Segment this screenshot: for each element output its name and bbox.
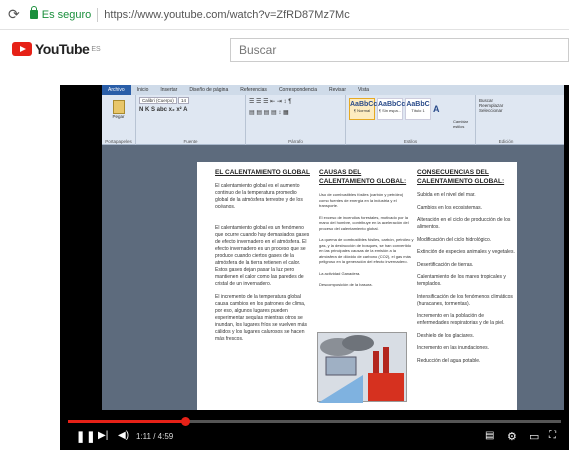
select-item: Seleccionar [479, 108, 503, 113]
column-consequences: CONSECUENCIAS DEL CALENTAMIENTO GLOBAL: … [417, 168, 515, 370]
style-preview: AaBbCcDc [378, 101, 415, 108]
tab-view: Vista [357, 87, 370, 93]
group-label: Estilos [403, 139, 418, 144]
paste-label: Pegar [112, 114, 125, 119]
scrubber-handle[interactable] [180, 417, 190, 426]
paragraph-icons: ☰ ☰ ☰ ⇤ ⇥ ↕ ¶ [249, 99, 292, 105]
column-title: CONSECUENCIAS DEL CALENTAMIENTO GLOBAL: [417, 169, 505, 185]
paragraph-group: ☰ ☰ ☰ ⇤ ⇥ ↕ ¶ ▤ ▤ ▤ ▤ ↕ ▦ Párrafo [246, 95, 346, 145]
style-no-spacing: AaBbCcDc ¶ Sin espa... [377, 98, 415, 120]
paragraph: La quema de combustibles fósiles, carbón… [319, 237, 414, 264]
list-item: Intensificación de los fenómenos climáti… [417, 293, 513, 307]
list-item: Cambios en los ecosistemas. [417, 204, 483, 211]
column-causes: CAUSAS DEL CALENTAMIENTO GLOBAL: Uso de … [319, 168, 414, 294]
settings-icon[interactable]: ⚙ [507, 430, 517, 443]
list-item: Subida en el nivel del mar. [417, 192, 476, 198]
tab-insert: Insertar [160, 87, 178, 93]
youtube-play-icon [12, 42, 32, 56]
pollution-illustration [317, 332, 407, 403]
tab-file: Archivo [102, 85, 131, 95]
factory-illustration [318, 335, 404, 403]
paragraph: El calentamiento global es el aumento co… [215, 183, 303, 210]
align-icons: ▤ ▤ ▤ ▤ ↕ ▦ [249, 110, 289, 116]
list-item: Deshielo de los glaciares. [417, 332, 474, 339]
style-preview: AaBbCcDc [350, 101, 387, 108]
paragraph: El incremento de la temperatura global c… [215, 294, 307, 342]
column-title: EL CALENTAMIENTO GLOBAL [215, 169, 310, 176]
tab-page-layout: Diseño de página [189, 87, 229, 93]
next-icon[interactable]: ▶| [98, 430, 108, 441]
group-label: Fuente [183, 139, 198, 144]
tab-mailings: Correspondencia [278, 87, 318, 93]
divider [97, 7, 99, 22]
style-heading-1: AaBbC Título 1 [405, 98, 431, 120]
secure-label[interactable]: Es seguro [42, 9, 92, 21]
progress-bar[interactable] [68, 417, 561, 426]
style-preview: AaBbC [406, 101, 430, 108]
group-label: Párrafo [288, 139, 303, 144]
ribbon-tabs: Archivo Inicio Insertar Diseño de página… [102, 85, 564, 95]
word-ribbon: Archivo Inicio Insertar Diseño de página… [102, 85, 564, 145]
font-format-icons: N K S abc x₂ x² A [139, 107, 188, 113]
youtube-logo[interactable]: YouTube ES [12, 41, 101, 57]
list-item: Modificación del ciclo hidrológico. [417, 236, 492, 243]
reload-icon[interactable]: ⟳ [8, 6, 20, 23]
list-item: Incremento en la población de enfermedad… [417, 313, 505, 326]
tab-home: Inicio [136, 87, 149, 93]
paragraph: El calentamiento global es un fenómeno q… [215, 225, 310, 287]
column-global-warming: EL CALENTAMIENTO GLOBAL El calentamiento… [215, 168, 310, 349]
youtube-logo-text: YouTube [35, 41, 90, 57]
change-styles-icon: A [433, 104, 440, 114]
group-label: Portapapeles [105, 139, 132, 144]
youtube-region-label: ES [91, 45, 101, 53]
search-input[interactable]: Buscar [230, 38, 569, 62]
font-size-select: 14 [178, 97, 190, 104]
paragraph: Descomposición de la basura. [319, 282, 373, 287]
progress-fill [68, 420, 185, 423]
styles-group: AaBbCcDc ¶ Normal AaBbCcDc ¶ Sin espa... AaB… [346, 95, 476, 145]
group-label: Edición [498, 139, 514, 144]
browser-address-bar: ⟳ Es seguro https://www.youtube.com/watc… [0, 0, 569, 30]
paragraph: Uso de combustibles fósiles (carbón y pe… [319, 192, 404, 208]
list-item: Incremento en las inundaciones. [417, 345, 489, 351]
paragraph: El exceso de incendios forestales, motiv… [319, 214, 409, 231]
video-player[interactable]: Archivo Inicio Insertar Diseño de página… [60, 85, 569, 450]
paste-icon [112, 100, 125, 114]
list-item: Alteración en el ciclo de producción de … [417, 217, 511, 230]
tab-references: Referencias [240, 87, 267, 93]
list-item: Desertificación de tierras. [417, 261, 474, 268]
style-name: Título 1 [411, 108, 425, 113]
subtitles-icon[interactable]: ▤ [485, 430, 494, 441]
document-area: EL CALENTAMIENTO GLOBAL El calentamiento… [102, 145, 564, 410]
list-item: Calentamiento de los mares tropicales y … [417, 274, 506, 287]
list-item: Extinción de especies animales y vegetal… [417, 249, 515, 255]
paragraph: La actividad Ganadera. [319, 270, 361, 276]
editing-group: Buscar Reemplazar Seleccionar Edición [476, 95, 536, 145]
font-group: Calibri (Cuerpo) 14 N K S abc x₂ x² A Fu… [136, 95, 246, 145]
change-styles-label: Cambiar estilos [453, 119, 469, 129]
document-page: EL CALENTAMIENTO GLOBAL El calentamiento… [197, 162, 517, 410]
column-title: CAUSAS DEL CALENTAMIENTO GLOBAL: [319, 169, 407, 185]
youtube-header: YouTube ES Buscar [0, 30, 569, 68]
font-name-select: Calibri (Cuerpo) [139, 97, 177, 104]
clipboard-group: Pegar Portapapeles [102, 95, 136, 145]
player-controls: ❚❚ ▶| ◀) 1:11 / 4:59 ▤ ⚙ ▭ ⛶ [60, 410, 569, 450]
style-name: ¶ Normal [353, 108, 371, 113]
lock-icon[interactable] [29, 6, 38, 19]
fullscreen-icon[interactable]: ⛶ [549, 430, 556, 441]
style-normal: AaBbCcDc ¶ Normal [349, 98, 387, 120]
volume-icon[interactable]: ◀) [118, 430, 129, 441]
style-name: ¶ Sin espa... [378, 108, 402, 113]
theater-mode-icon[interactable]: ▭ [529, 430, 539, 443]
list-item: Reducción del agua potable. [417, 357, 481, 364]
url-text[interactable]: https://www.youtube.com/watch?v=ZfRD87Mz… [104, 9, 349, 21]
consequences-list: Subida en el nivel del mar. Cambios en l… [417, 192, 515, 365]
time-display: 1:11 / 4:59 [136, 432, 174, 441]
pause-icon[interactable]: ❚❚ [76, 430, 96, 443]
tab-review: Revisar [329, 87, 346, 93]
